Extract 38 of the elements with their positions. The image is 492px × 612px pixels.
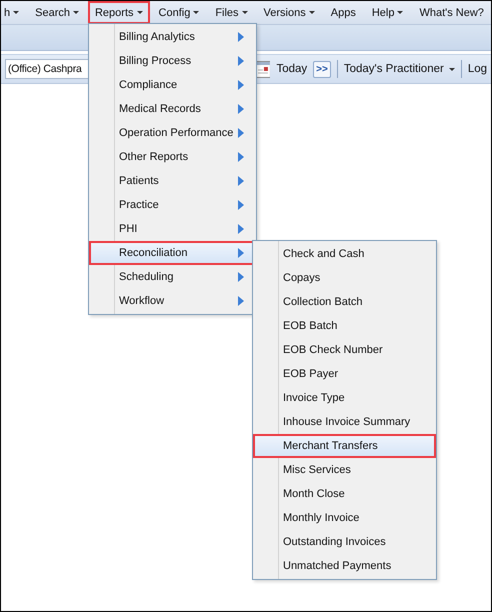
menu-item[interactable]: Month Close (253, 482, 436, 506)
menu-item[interactable]: Medical Records (89, 97, 256, 121)
menu-item[interactable]: EOB Batch (253, 314, 436, 338)
menu-item[interactable]: Copays (253, 266, 436, 290)
menu-item[interactable]: Patients (89, 169, 256, 193)
log-button[interactable]: Log (468, 63, 488, 75)
menu-item[interactable]: EOB Payer (253, 362, 436, 386)
menu-bar-item[interactable]: h (1, 1, 26, 24)
menu-item[interactable]: Unmatched Payments (253, 554, 436, 578)
next-button[interactable]: >> (313, 60, 331, 78)
menu-item[interactable]: Workflow (89, 289, 256, 313)
menu-item[interactable]: Billing Analytics (89, 25, 256, 49)
menu-item[interactable]: Practice (89, 193, 256, 217)
practitioner-dropdown[interactable]: Today's Practitioner (344, 63, 455, 75)
menu-item[interactable]: Merchant Transfers (253, 434, 436, 458)
menu-item[interactable]: Outstanding Invoices (253, 530, 436, 554)
menu-item[interactable]: Billing Process (89, 49, 256, 73)
menu-bar-item[interactable]: Reports (88, 1, 150, 24)
today-button[interactable]: Today (276, 63, 308, 75)
menu-bar-item[interactable]: Files (208, 1, 255, 24)
menu-item[interactable]: Compliance (89, 73, 256, 97)
menu-item[interactable]: Inhouse Invoice Summary (253, 410, 436, 434)
menu-bar-item[interactable]: What's New? (412, 1, 491, 24)
menu-item[interactable]: Scheduling (89, 265, 256, 289)
menu-item[interactable]: Monthly Invoice (253, 506, 436, 530)
menu-item[interactable]: Collection Batch (253, 290, 436, 314)
menu-item[interactable]: Operation Performance (89, 121, 256, 145)
menu-item[interactable]: Misc Services (253, 458, 436, 482)
menu-bar-item[interactable]: Apps (324, 1, 363, 24)
menu-item[interactable]: Check and Cash (253, 242, 436, 266)
menu-item[interactable]: Invoice Type (253, 386, 436, 410)
menu-item[interactable]: EOB Check Number (253, 338, 436, 362)
menu-bar-item[interactable]: Search (28, 1, 86, 24)
menu-item[interactable]: PHI (89, 217, 256, 241)
menu-item[interactable]: Other Reports (89, 145, 256, 169)
menu-bar-item[interactable]: Versions (256, 1, 322, 24)
menu-bar-item[interactable]: Help (364, 1, 410, 24)
menu-bar-item[interactable]: Config (152, 1, 206, 24)
